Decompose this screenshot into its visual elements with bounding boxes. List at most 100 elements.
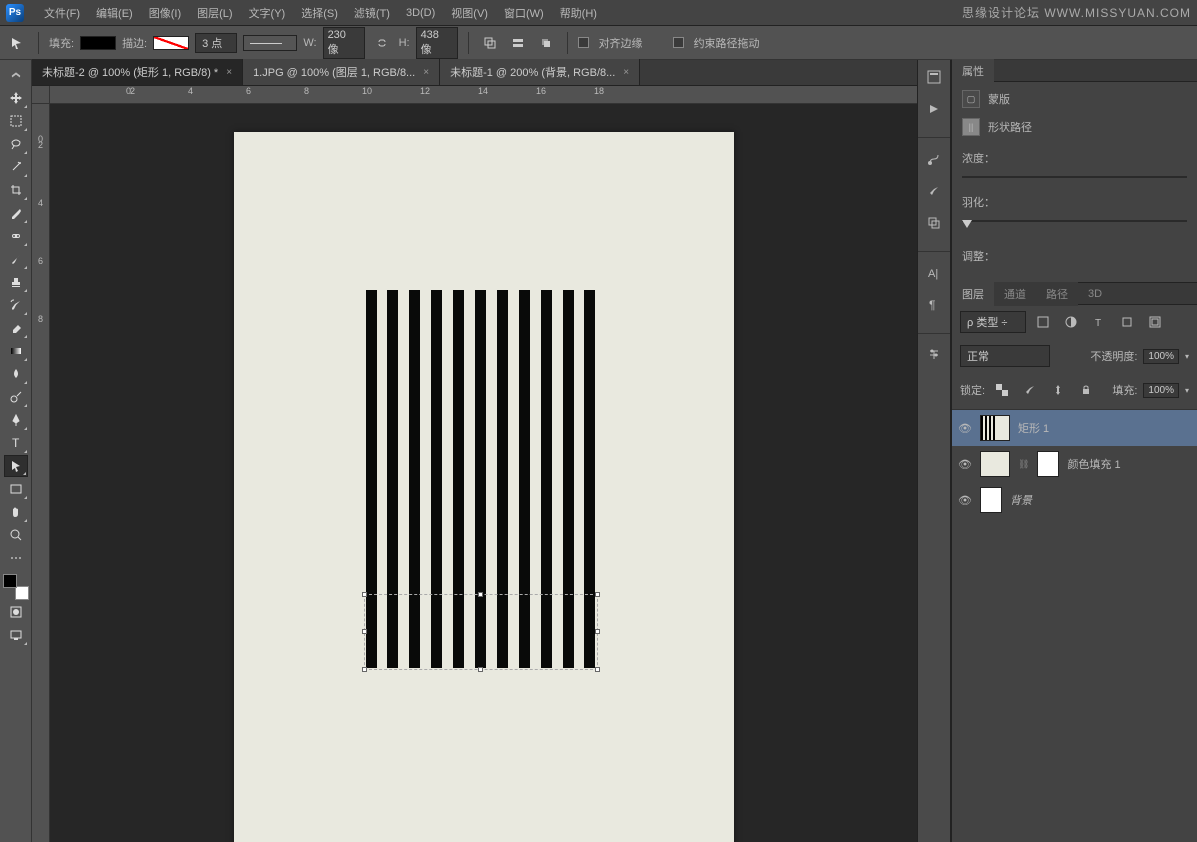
- filter-type-icon[interactable]: T: [1088, 311, 1110, 333]
- menu-help[interactable]: 帮助(H): [552, 1, 605, 25]
- edit-toolbar-icon[interactable]: [4, 547, 28, 569]
- doc-tab-1[interactable]: 未标题-2 @ 100% (矩形 1, RGB/8) * ×: [32, 59, 243, 85]
- hand-tool[interactable]: [4, 501, 28, 523]
- filter-adjust-icon[interactable]: [1060, 311, 1082, 333]
- app-logo[interactable]: Ps: [6, 4, 24, 22]
- mask-thumb[interactable]: [1037, 451, 1059, 477]
- shape-path-icon[interactable]: ||: [962, 118, 980, 136]
- brush-tool[interactable]: [4, 248, 28, 270]
- history-brush-tool[interactable]: [4, 294, 28, 316]
- paths-tab[interactable]: 路径: [1036, 282, 1078, 306]
- stroke-type-dropdown[interactable]: [243, 35, 297, 51]
- transform-handle[interactable]: [362, 629, 367, 634]
- blend-mode-dropdown[interactable]: 正常: [960, 345, 1050, 367]
- foreground-color[interactable]: [3, 574, 17, 588]
- document-canvas[interactable]: [234, 132, 734, 842]
- quickmask-icon[interactable]: [4, 601, 28, 623]
- marquee-tool[interactable]: [4, 110, 28, 132]
- path-align-icon[interactable]: [507, 32, 529, 54]
- color-swatches[interactable]: [3, 574, 29, 600]
- tool-presets-panel-icon[interactable]: [923, 344, 945, 366]
- align-edges-checkbox[interactable]: [578, 37, 589, 48]
- visibility-icon[interactable]: 👁: [958, 422, 972, 435]
- height-field[interactable]: 438 像: [416, 27, 458, 59]
- layers-tab[interactable]: 图层: [952, 282, 994, 306]
- screenmode-icon[interactable]: [4, 624, 28, 646]
- menu-view[interactable]: 视图(V): [443, 1, 496, 25]
- link-icon[interactable]: ⛓: [1018, 459, 1029, 470]
- stroke-width-dropdown[interactable]: 3 点: [195, 33, 237, 53]
- menu-image[interactable]: 图像(I): [141, 1, 189, 25]
- path-select-tool[interactable]: [4, 455, 28, 477]
- heal-tool[interactable]: [4, 225, 28, 247]
- move-tool[interactable]: [4, 87, 28, 109]
- type-tool[interactable]: T: [4, 432, 28, 454]
- clone-panel-icon[interactable]: [923, 212, 945, 234]
- fill-swatch[interactable]: [80, 36, 116, 50]
- menu-file[interactable]: 文件(F): [36, 1, 88, 25]
- transform-handle[interactable]: [362, 667, 367, 672]
- menu-type[interactable]: 文字(Y): [241, 1, 294, 25]
- close-icon[interactable]: ×: [623, 67, 629, 78]
- opacity-field[interactable]: 100%: [1143, 349, 1179, 364]
- tool-preset-icon[interactable]: [6, 32, 28, 54]
- layer-row-shape[interactable]: 👁 矩形 1: [952, 410, 1197, 446]
- layer-name[interactable]: 背景: [1010, 492, 1032, 508]
- eraser-tool[interactable]: [4, 317, 28, 339]
- doc-tab-3[interactable]: 未标题-1 @ 200% (背景, RGB/8... ×: [440, 59, 640, 85]
- blur-tool[interactable]: [4, 363, 28, 385]
- lock-pixels-icon[interactable]: [1019, 379, 1041, 401]
- properties-tab[interactable]: 属性: [952, 59, 994, 83]
- density-slider[interactable]: [962, 176, 1187, 178]
- menu-window[interactable]: 窗口(W): [496, 1, 552, 25]
- lock-all-icon[interactable]: [1075, 379, 1097, 401]
- width-field[interactable]: 230 像: [323, 27, 365, 59]
- rectangle-tool[interactable]: [4, 478, 28, 500]
- layer-row-background[interactable]: 👁 背景: [952, 482, 1197, 518]
- wand-tool[interactable]: [4, 156, 28, 178]
- transform-handle[interactable]: [595, 667, 600, 672]
- feather-slider[interactable]: [962, 220, 1187, 232]
- filter-shape-icon[interactable]: [1116, 311, 1138, 333]
- channels-tab[interactable]: 通道: [994, 282, 1036, 306]
- history-panel-icon[interactable]: [923, 66, 945, 88]
- path-arrange-icon[interactable]: [535, 32, 557, 54]
- constrain-drag-checkbox[interactable]: [673, 37, 684, 48]
- menu-3d[interactable]: 3D(D): [398, 3, 443, 23]
- character-panel-icon[interactable]: A|: [923, 262, 945, 284]
- filter-kind-dropdown[interactable]: ρ 类型 ÷: [960, 311, 1026, 333]
- brush-presets-icon[interactable]: [923, 180, 945, 202]
- tool-expand-icon[interactable]: [4, 64, 28, 86]
- menu-layer[interactable]: 图层(L): [189, 1, 240, 25]
- path-ops-icon[interactable]: [479, 32, 501, 54]
- menu-filter[interactable]: 滤镜(T): [346, 1, 398, 25]
- close-icon[interactable]: ×: [226, 67, 232, 78]
- canvas-viewport[interactable]: [50, 104, 917, 842]
- transform-handle[interactable]: [478, 667, 483, 672]
- layer-row-colorfill[interactable]: 👁 ⛓ 颜色填充 1: [952, 446, 1197, 482]
- gradient-tool[interactable]: [4, 340, 28, 362]
- transform-box[interactable]: [364, 594, 598, 670]
- filter-smart-icon[interactable]: [1144, 311, 1166, 333]
- ruler-vertical[interactable]: 0 2 4 6 8: [32, 104, 50, 842]
- menu-edit[interactable]: 编辑(E): [88, 1, 141, 25]
- ruler-horizontal[interactable]: 0 2 4 6 8 10 12 14 16 18: [50, 86, 917, 104]
- link-wh-icon[interactable]: [371, 32, 393, 54]
- lasso-tool[interactable]: [4, 133, 28, 155]
- close-icon[interactable]: ×: [423, 67, 429, 78]
- menu-select[interactable]: 选择(S): [293, 1, 346, 25]
- transform-handle[interactable]: [362, 592, 367, 597]
- layer-name[interactable]: 矩形 1: [1018, 420, 1049, 436]
- layer-thumb[interactable]: [980, 415, 1010, 441]
- actions-panel-icon[interactable]: [923, 98, 945, 120]
- zoom-tool[interactable]: [4, 524, 28, 546]
- background-color[interactable]: [15, 586, 29, 600]
- 3d-tab[interactable]: 3D: [1078, 284, 1112, 304]
- transform-handle[interactable]: [478, 592, 483, 597]
- stroke-swatch[interactable]: [153, 36, 189, 50]
- lock-transparency-icon[interactable]: [991, 379, 1013, 401]
- layer-thumb[interactable]: [980, 451, 1010, 477]
- paragraph-panel-icon[interactable]: ¶: [923, 294, 945, 316]
- lock-position-icon[interactable]: [1047, 379, 1069, 401]
- mask-thumb-icon[interactable]: ▢: [962, 90, 980, 108]
